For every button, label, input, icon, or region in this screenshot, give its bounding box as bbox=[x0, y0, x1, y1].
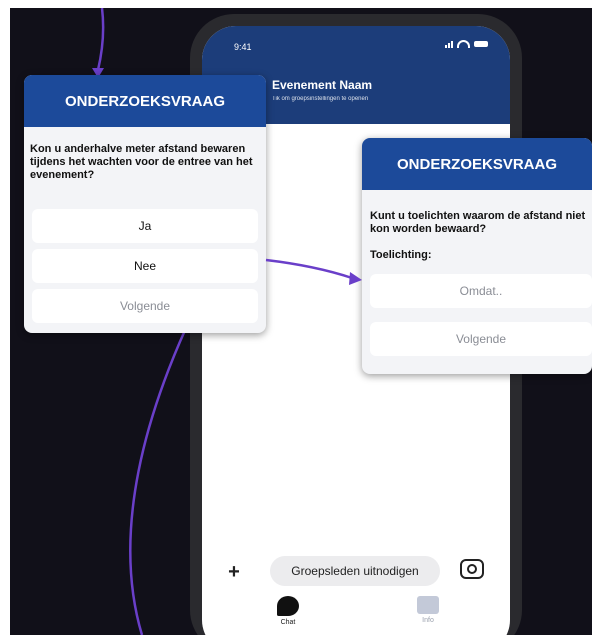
chat-icon bbox=[277, 596, 299, 616]
info-icon bbox=[417, 596, 439, 614]
flow-line-bottom bbox=[129, 327, 188, 635]
next-button[interactable]: Volgende bbox=[370, 322, 592, 356]
battery-icon bbox=[474, 41, 488, 47]
flow-line-top bbox=[96, 8, 105, 71]
status-icons bbox=[445, 40, 488, 48]
tab-info[interactable]: Info bbox=[398, 596, 458, 624]
group-name: Evenement Naam bbox=[272, 78, 373, 92]
question-text: Kon u anderhalve meter afstand bewaren t… bbox=[30, 143, 253, 181]
explanation-input[interactable]: Omdat.. bbox=[370, 274, 592, 308]
status-time: 9:41 bbox=[234, 42, 252, 52]
card-header: ONDERZOEKSVRAAG bbox=[362, 138, 592, 190]
question-card-explanation: ONDERZOEKSVRAAG Kunt u toelichten waarom… bbox=[362, 138, 592, 374]
tab-bar: Chat Info bbox=[202, 596, 510, 635]
card-header: ONDERZOEKSVRAAG bbox=[24, 75, 266, 127]
wifi-icon bbox=[457, 40, 470, 48]
tab-chat[interactable]: Chat bbox=[258, 596, 318, 626]
mockup-canvas: 9:41 Evenement Naam Tik om groepsinstell… bbox=[10, 8, 592, 635]
invite-members-button[interactable]: Groepsleden uitnodigen bbox=[270, 556, 440, 586]
question-card-distance: ONDERZOEKSVRAAG Kon u anderhalve meter a… bbox=[24, 75, 266, 333]
next-button[interactable]: Volgende bbox=[32, 289, 258, 323]
camera-icon[interactable] bbox=[460, 559, 484, 579]
answer-nee-button[interactable]: Nee bbox=[32, 249, 258, 283]
answer-ja-button[interactable]: Ja bbox=[32, 209, 258, 243]
explanation-label: Toelichting: bbox=[370, 249, 432, 261]
question-text: Kunt u toelichten waarom de afstand niet… bbox=[370, 210, 586, 235]
add-button[interactable]: + bbox=[224, 562, 244, 582]
group-settings-hint: Tik om groepsinstellingen te openen bbox=[272, 96, 369, 102]
tab-chat-label: Chat bbox=[280, 619, 296, 626]
chat-action-bar: + Groepsleden uitnodigen bbox=[202, 552, 510, 594]
signal-icon bbox=[445, 40, 453, 48]
tab-info-label: Info bbox=[422, 617, 434, 624]
